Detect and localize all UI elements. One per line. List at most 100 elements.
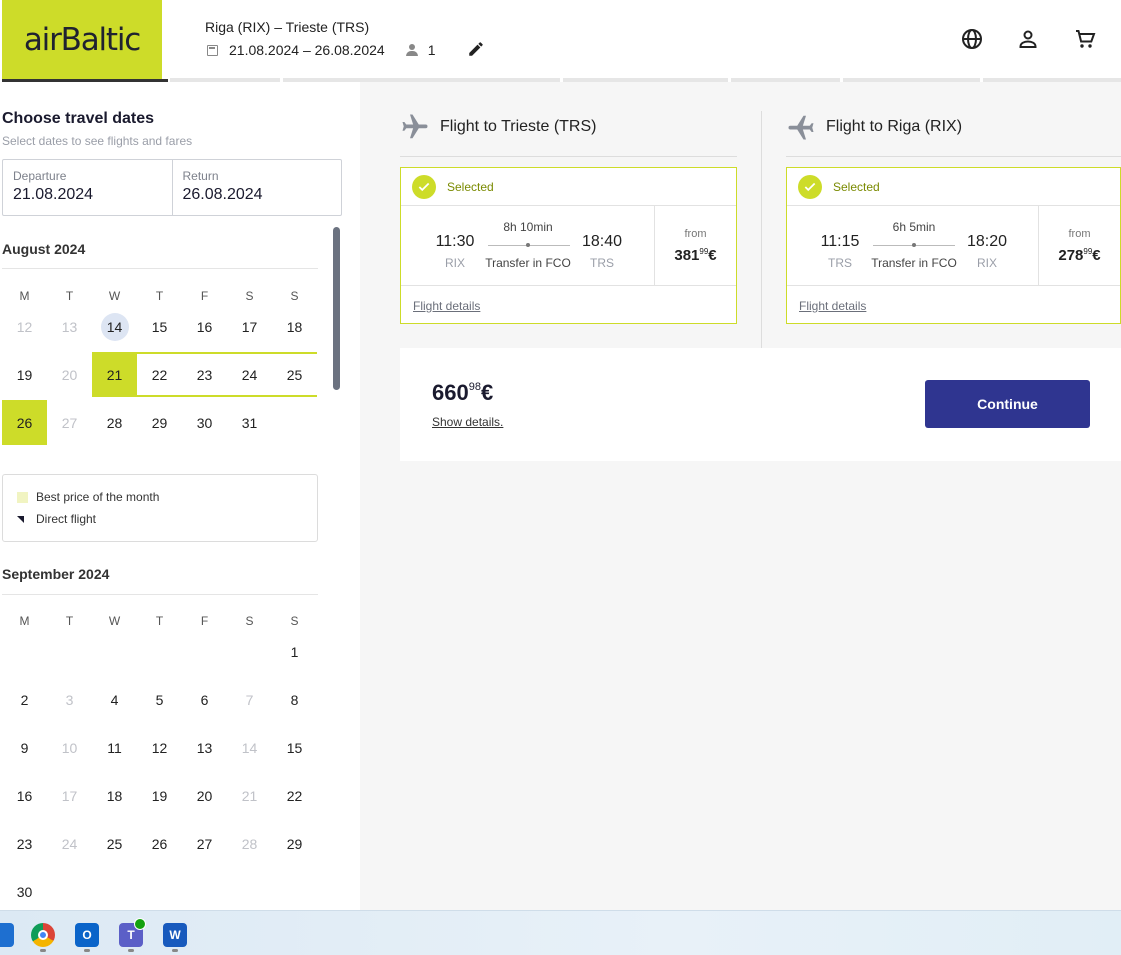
calendar-day[interactable]: 30 — [2, 869, 47, 910]
calendar-day[interactable]: 23 — [182, 352, 227, 397]
inbound-arrival-airport: RIX — [976, 256, 997, 270]
check-icon — [412, 174, 436, 199]
weekday-label: S — [245, 289, 254, 303]
calendar-day[interactable]: 26 — [2, 400, 47, 445]
weekday-label: S — [290, 289, 299, 303]
calendar-day[interactable]: 21 — [92, 352, 137, 397]
calendar-day[interactable]: 23 — [2, 821, 47, 866]
trip-dates: 21.08.2024 – 26.08.2024 — [229, 42, 385, 58]
calendar-day[interactable]: 11 — [92, 725, 137, 770]
calendar-day[interactable]: 24 — [227, 352, 272, 397]
calendar-day[interactable]: 13 — [182, 725, 227, 770]
outbound-header: Flight to Trieste (TRS) — [400, 112, 596, 142]
legend-best-price-label: Best price of the month — [36, 490, 160, 504]
word-icon[interactable]: W — [163, 923, 187, 947]
show-details-link[interactable]: Show details. — [432, 415, 503, 429]
calendar-day[interactable]: 29 — [137, 400, 182, 445]
inbound-flight-card[interactable]: Selected 11:15 TRS 6h 5min Transfer in F… — [786, 167, 1121, 324]
windows-taskbar: O T W — [0, 910, 1121, 955]
calendar-day[interactable]: 6 — [182, 677, 227, 722]
outbound-arrival-airport: TRS — [590, 256, 614, 270]
weekday-label: S — [245, 614, 254, 628]
calendar-day[interactable]: 18 — [272, 304, 317, 349]
calendar-day[interactable]: 17 — [47, 773, 92, 818]
calendar-day[interactable]: 13 — [47, 304, 92, 349]
departure-field[interactable]: Departure 21.08.2024 — [3, 160, 172, 215]
calendar-day[interactable]: 22 — [137, 352, 182, 397]
calendar-day[interactable]: 12 — [137, 725, 182, 770]
weekday-label: W — [108, 614, 121, 628]
calendar-day[interactable]: 15 — [272, 725, 317, 770]
return-label: Return — [182, 169, 219, 183]
calendar-day[interactable]: 16 — [2, 773, 47, 818]
currency: € — [1092, 247, 1101, 264]
calendar-day[interactable]: 8 — [272, 677, 317, 722]
calendar-day[interactable]: 25 — [272, 352, 317, 397]
calendar-day[interactable]: 5 — [137, 677, 182, 722]
calendar-day[interactable]: 9 — [2, 725, 47, 770]
calendar-day[interactable]: 22 — [272, 773, 317, 818]
legend-direct: Direct flight — [17, 512, 96, 526]
total-currency: € — [480, 380, 494, 405]
mail-app-icon[interactable] — [0, 923, 14, 947]
weekday-label: F — [200, 614, 209, 628]
date-picker-title: Choose travel dates — [2, 110, 155, 127]
globe-icon[interactable] — [960, 27, 984, 51]
outlook-icon[interactable]: O — [75, 923, 99, 947]
calendar-scrollbar[interactable] — [333, 227, 340, 390]
calendar-day[interactable]: 20 — [182, 773, 227, 818]
outbound-price-box: from 38199€ — [654, 206, 736, 286]
user-icon[interactable] — [1016, 27, 1040, 51]
calendar-day[interactable]: 31 — [227, 400, 272, 445]
calendar-day[interactable]: 21 — [227, 773, 272, 818]
calendar-day[interactable]: 20 — [47, 352, 92, 397]
calendar-day[interactable]: 27 — [182, 821, 227, 866]
calendar-day[interactable]: 10 — [47, 725, 92, 770]
calendar-day[interactable]: 1 — [272, 629, 317, 674]
calendar-day[interactable]: 19 — [137, 773, 182, 818]
date-range-fields: Departure 21.08.2024 Return 26.08.2024 — [2, 159, 342, 216]
price-cents: 99 — [1083, 247, 1093, 256]
trip-summary: 21.08.2024 – 26.08.2024 1 — [207, 42, 436, 58]
stopover-dot — [912, 243, 916, 247]
outbound-price: 38199€ — [655, 247, 736, 264]
calendar-day[interactable]: 17 — [227, 304, 272, 349]
weekday-label: T — [155, 614, 164, 628]
calendar-day[interactable]: 15 — [137, 304, 182, 349]
calendar-day[interactable]: 25 — [92, 821, 137, 866]
calendar-legend: Best price of the month Direct flight — [2, 474, 318, 542]
calendar-day[interactable]: 27 — [47, 400, 92, 445]
calendar-day[interactable]: 2 — [2, 677, 47, 722]
total-price: 66098€ — [432, 380, 493, 406]
calendar-day[interactable]: 28 — [227, 821, 272, 866]
airbaltic-logo[interactable]: airBaltic — [2, 0, 162, 80]
calendar-day[interactable]: 7 — [227, 677, 272, 722]
weekday-label: M — [19, 614, 30, 628]
calendar-day[interactable]: 4 — [92, 677, 137, 722]
return-field[interactable]: Return 26.08.2024 — [171, 160, 342, 215]
calendar-day[interactable]: 14 — [92, 304, 137, 349]
edit-icon[interactable] — [467, 40, 485, 58]
calendar-day[interactable]: 19 — [2, 352, 47, 397]
calendar-day[interactable]: 24 — [47, 821, 92, 866]
cart-icon[interactable] — [1073, 27, 1097, 51]
plane-icon — [788, 115, 814, 140]
calendar-day[interactable]: 28 — [92, 400, 137, 445]
calendar-day[interactable]: 29 — [272, 821, 317, 866]
calendar-day[interactable]: 12 — [2, 304, 47, 349]
flight-summary-panel: Flight to Trieste (TRS) Selected 11:30 R… — [360, 82, 1121, 910]
calendar-day[interactable]: 30 — [182, 400, 227, 445]
outbound-flight-details-link[interactable]: Flight details — [413, 299, 480, 313]
total-price-box: 66098€ Show details. Continue — [400, 348, 1121, 461]
calendar-day[interactable]: 3 — [47, 677, 92, 722]
calendar-day[interactable]: 16 — [182, 304, 227, 349]
chrome-icon[interactable] — [31, 923, 55, 947]
continue-button[interactable]: Continue — [925, 380, 1090, 428]
calendar-day[interactable]: 26 — [137, 821, 182, 866]
inbound-flight-details-link[interactable]: Flight details — [799, 299, 866, 313]
weekday-label: S — [290, 614, 299, 628]
calendar-day[interactable]: 18 — [92, 773, 137, 818]
calendar-day[interactable]: 14 — [227, 725, 272, 770]
outbound-transfer: Transfer in FCO — [485, 256, 571, 270]
outbound-flight-card[interactable]: Selected 11:30 RIX 8h 10min Transfer in … — [400, 167, 737, 324]
